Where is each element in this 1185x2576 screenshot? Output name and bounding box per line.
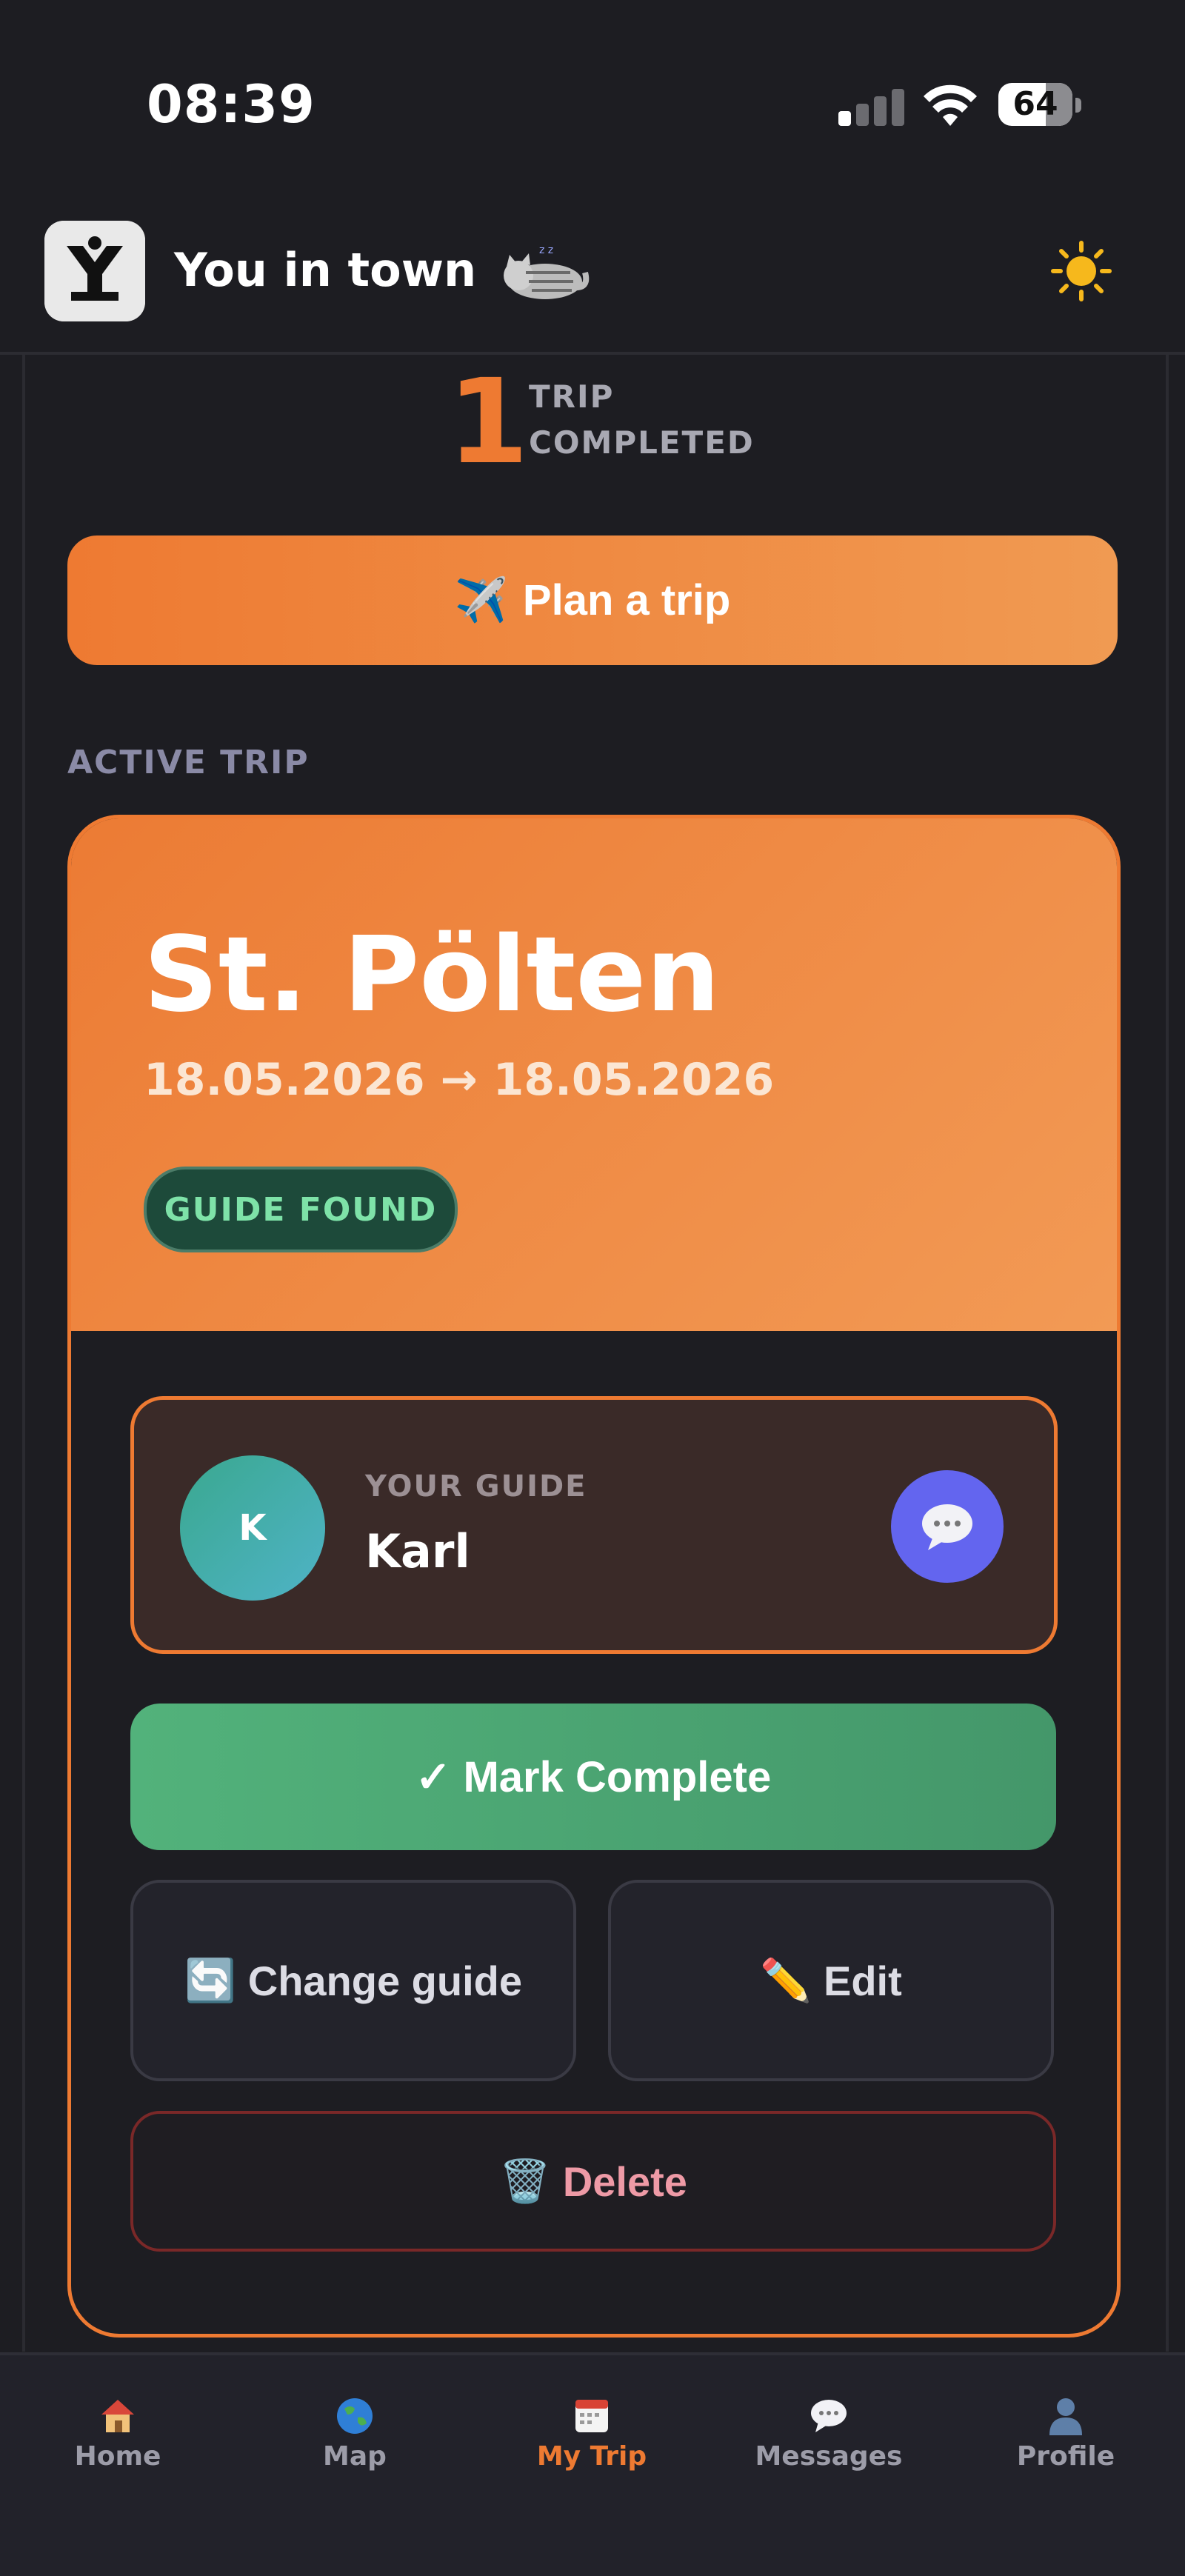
- svg-text:z z: z z: [539, 244, 553, 256]
- nav-my-trip[interactable]: My Trip: [507, 2392, 677, 2481]
- nav-map[interactable]: Map: [270, 2392, 440, 2481]
- content-border-left: [22, 355, 25, 2352]
- bottom-nav: Home Map My Trip Messages Profile: [0, 2352, 1185, 2576]
- speech-bubble-icon: [811, 2400, 847, 2432]
- delete-label: Delete: [562, 2158, 687, 2205]
- guide-caption: YOUR GUIDE: [365, 1469, 587, 1504]
- globe-icon: [337, 2398, 373, 2434]
- pencil-icon: ✏️: [760, 1957, 812, 2003]
- sleeping-cat-icon: z z: [504, 244, 590, 299]
- edit-label: Edit: [823, 1957, 902, 2004]
- trash-icon: 🗑️: [499, 2158, 551, 2204]
- calendar-icon: [575, 2400, 608, 2432]
- house-icon: [101, 2400, 134, 2432]
- battery-icon: 64: [998, 83, 1081, 129]
- trip-dates: 18.05.2026 → 18.05.2026: [144, 1054, 775, 1106]
- active-trip-card: St. Pölten 18.05.2026 → 18.05.2026 GUIDE…: [67, 815, 1121, 2338]
- change-guide-button[interactable]: 🔄 Change guide: [130, 1880, 576, 2081]
- wifi-icon: [924, 84, 977, 126]
- nav-label-home: Home: [74, 2441, 161, 2472]
- guide-panel: K YOUR GUIDE Karl: [130, 1396, 1058, 1654]
- person-icon: [1049, 2398, 1082, 2435]
- nav-label-profile: Profile: [1016, 2441, 1115, 2472]
- status-time: 08:39: [147, 74, 316, 135]
- content-border-right: [1166, 355, 1169, 2352]
- edit-trip-button[interactable]: ✏️ Edit: [608, 1880, 1054, 2081]
- cellular-signal-icon: [838, 87, 905, 126]
- app-logo-icon[interactable]: [44, 221, 145, 321]
- battery-level: 64: [1012, 85, 1058, 123]
- change-guide-label: Change guide: [247, 1957, 522, 2004]
- trips-completed-count: 1: [447, 354, 529, 490]
- nav-label-map: Map: [323, 2441, 387, 2472]
- app-header: You in town z z: [0, 215, 1185, 355]
- refresh-icon: 🔄: [184, 1957, 236, 2003]
- nav-profile[interactable]: Profile: [981, 2392, 1151, 2481]
- speech-bubble-icon: [922, 1504, 972, 1550]
- nav-messages[interactable]: Messages: [744, 2392, 914, 2481]
- active-trip-section-title: ACTIVE TRIP: [67, 744, 310, 781]
- status-bar: 08:39 64: [0, 0, 1185, 215]
- trip-city: St. Pölten: [144, 915, 720, 1035]
- plan-trip-label: Plan a trip: [522, 576, 731, 624]
- airplane-icon: ✈️: [454, 575, 508, 624]
- guide-name: Karl: [365, 1524, 470, 1578]
- nav-home[interactable]: Home: [33, 2392, 203, 2481]
- plan-trip-button[interactable]: ✈️ Plan a trip: [67, 535, 1118, 665]
- trips-completed-label-line2: COMPLETED: [529, 424, 755, 461]
- theme-toggle-sun-icon[interactable]: [1050, 240, 1112, 302]
- avatar: K: [180, 1455, 325, 1601]
- delete-trip-button[interactable]: 🗑️ Delete: [130, 2111, 1056, 2252]
- nav-label-my-trip: My Trip: [536, 2441, 647, 2472]
- message-guide-button[interactable]: [891, 1470, 1004, 1583]
- trip-hero: St. Pölten 18.05.2026 → 18.05.2026 GUIDE…: [71, 818, 1117, 1331]
- mark-complete-button[interactable]: ✓ Mark Complete: [130, 1704, 1056, 1850]
- trips-completed-label: TRIP COMPLETED: [529, 374, 755, 466]
- nav-label-messages: Messages: [755, 2441, 903, 2472]
- status-badge: GUIDE FOUND: [144, 1167, 458, 1252]
- app-name: You in town: [174, 243, 477, 297]
- trips-completed-label-line1: TRIP: [529, 378, 615, 415]
